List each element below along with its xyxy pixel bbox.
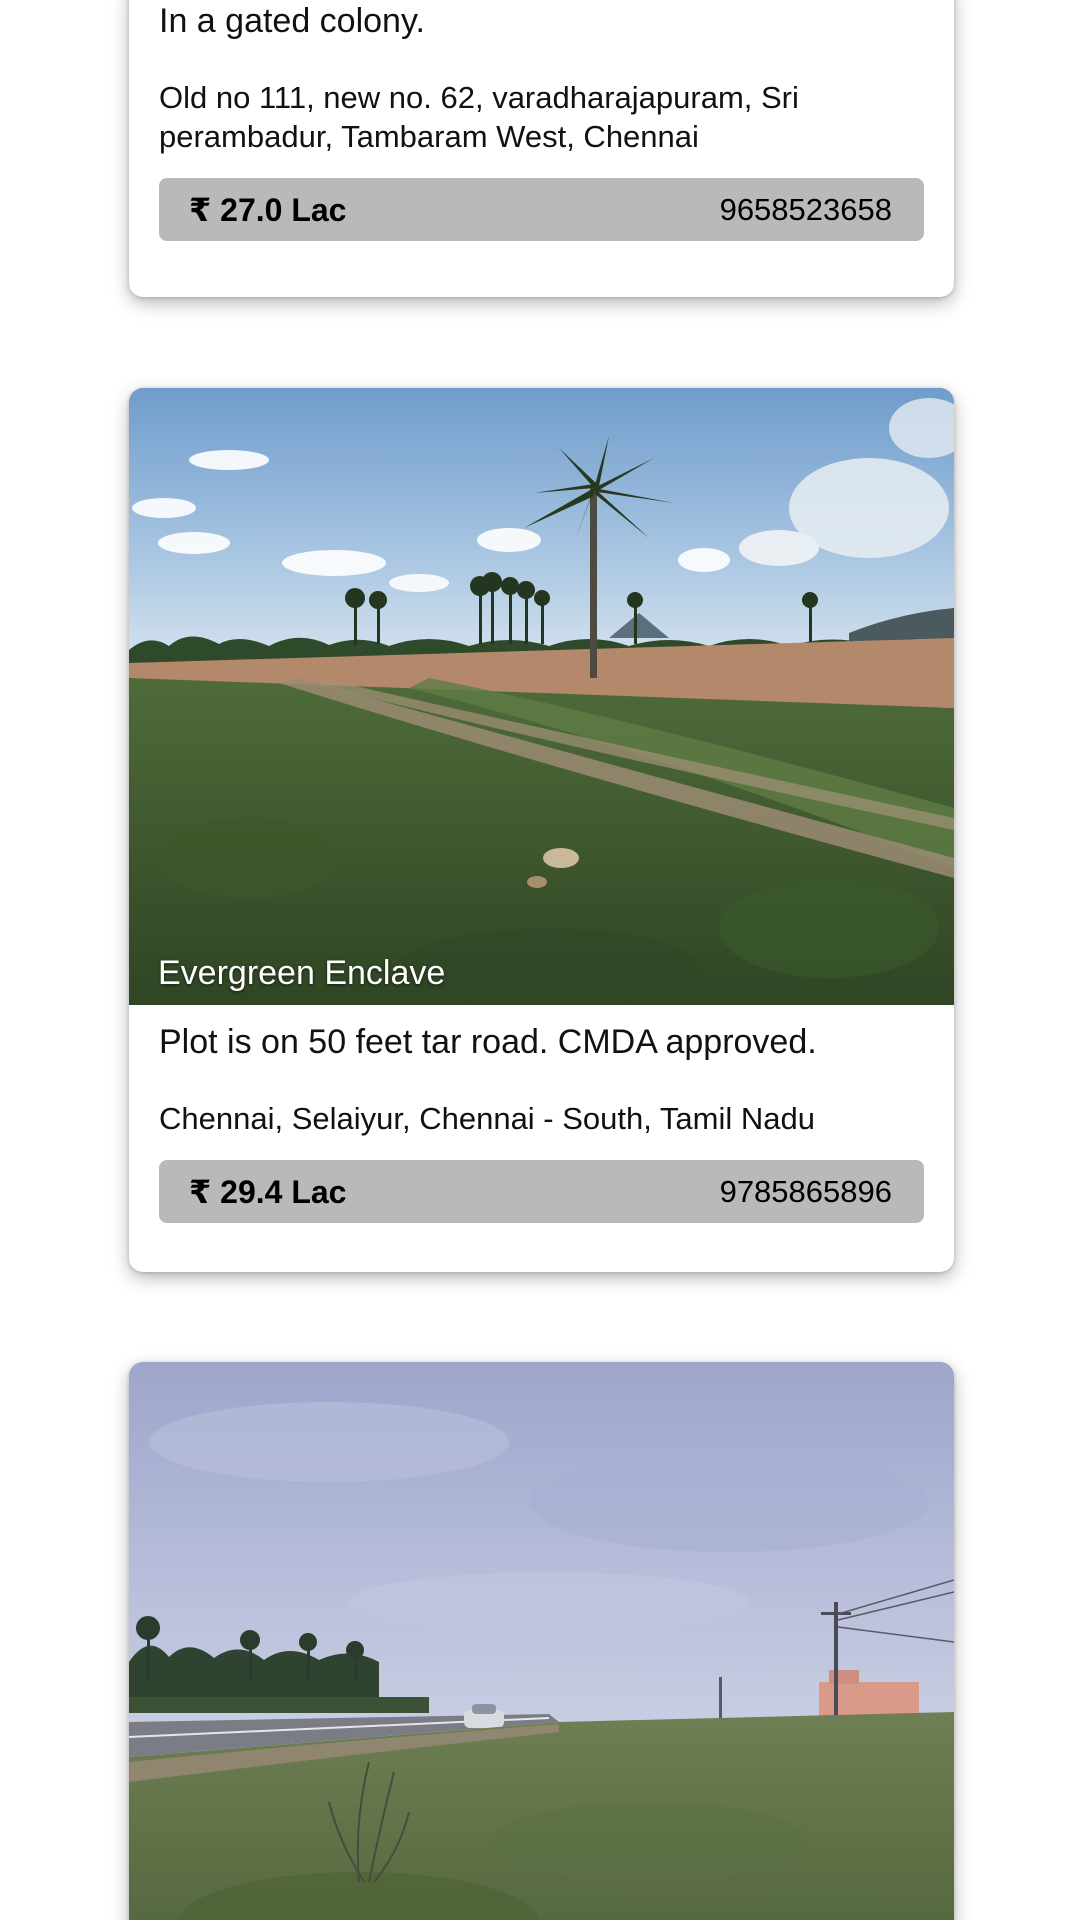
listing-card[interactable] [129, 1362, 954, 1920]
listing-photo[interactable] [129, 1362, 954, 1920]
listing-price: ₹ 29.4 Lac [189, 1173, 347, 1210]
listing-feed: In a gated colony. Old no 111, new no. 6… [0, 0, 1080, 1920]
listing-photo[interactable]: Evergreen Enclave [129, 388, 954, 1005]
listing-tagline: Plot is on 50 feet tar road. CMDA approv… [159, 1023, 817, 1061]
price-bar: ₹ 29.4 Lac 9785865896 [159, 1160, 924, 1223]
listing-tagline: In a gated colony. [159, 2, 425, 40]
price-bar: ₹ 27.0 Lac 9658523658 [159, 178, 924, 241]
contact-phone[interactable]: 9785865896 [720, 1174, 892, 1210]
listing-price: ₹ 27.0 Lac [189, 191, 347, 228]
listing-card[interactable]: In a gated colony. Old no 111, new no. 6… [129, 0, 954, 297]
land-photo-image [129, 388, 954, 1005]
listing-title: Evergreen Enclave [158, 954, 446, 992]
listing-details: In a gated colony. Old no 111, new no. 6… [129, 0, 954, 241]
roadside-land-photo-image [129, 1362, 954, 1920]
listing-details: Plot is on 50 feet tar road. CMDA approv… [129, 1005, 954, 1223]
listing-card[interactable]: Evergreen Enclave Plot is on 50 feet tar… [129, 388, 954, 1272]
listing-address: Old no 111, new no. 62, varadharajapuram… [159, 80, 799, 154]
listing-address: Chennai, Selaiyur, Chennai - South, Tami… [159, 1101, 815, 1136]
contact-phone[interactable]: 9658523658 [720, 192, 892, 228]
